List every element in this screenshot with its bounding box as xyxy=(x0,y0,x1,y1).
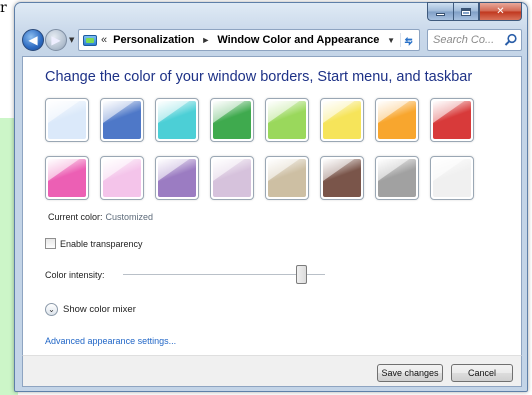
refresh-button[interactable] xyxy=(400,33,416,47)
close-button[interactable]: ✕ xyxy=(479,2,522,21)
intensity-slider-thumb[interactable] xyxy=(295,265,307,284)
back-button[interactable]: ◀ xyxy=(22,29,44,51)
intensity-label: Color intensity: xyxy=(45,270,105,280)
color-swatch[interactable] xyxy=(45,156,89,200)
caption-buttons: ✕ xyxy=(427,2,522,21)
color-mixer-label[interactable]: Show color mixer xyxy=(63,304,136,315)
forward-button[interactable]: ▶ xyxy=(45,29,67,51)
intensity-slider-track[interactable] xyxy=(123,274,325,276)
color-swatch[interactable] xyxy=(45,98,89,142)
color-swatch[interactable] xyxy=(375,98,419,142)
cancel-button[interactable]: Cancel xyxy=(451,364,513,382)
color-swatch[interactable] xyxy=(265,98,309,142)
color-swatch[interactable] xyxy=(430,98,474,142)
current-color-value: Customized xyxy=(105,212,154,222)
color-mixer-toggle[interactable]: ⌄ Show color mixer xyxy=(45,303,136,316)
content-pane: Change the color of your window borders,… xyxy=(22,56,522,355)
color-swatch[interactable] xyxy=(430,156,474,200)
minimize-icon xyxy=(436,13,445,16)
maximize-icon xyxy=(461,7,471,16)
recent-pages-dropdown[interactable]: ▼ xyxy=(69,36,74,44)
search-box[interactable]: Search Co... xyxy=(427,29,522,51)
transparency-label[interactable]: Enable transparency xyxy=(60,239,143,249)
transparency-option[interactable]: Enable transparency xyxy=(45,238,143,249)
breadcrumb-personalization[interactable]: Personalization xyxy=(113,34,194,46)
expand-chevron-icon[interactable]: ⌄ xyxy=(45,303,58,316)
refresh-icon xyxy=(404,36,413,46)
color-swatch[interactable] xyxy=(155,98,199,142)
page-title: Change the color of your window borders,… xyxy=(45,69,473,85)
transparency-checkbox[interactable] xyxy=(45,238,56,249)
color-swatch[interactable] xyxy=(320,98,364,142)
navigation-bar: ◀ ▶ ▼ « Personalization ► Window Color a… xyxy=(22,27,522,53)
close-icon: ✕ xyxy=(496,6,505,17)
current-color: Current color: Customized xyxy=(48,212,153,222)
address-dropdown-icon[interactable]: ▼ xyxy=(387,36,395,45)
minimize-button[interactable] xyxy=(427,2,453,21)
color-swatch[interactable] xyxy=(265,156,309,200)
search-icon[interactable] xyxy=(504,33,518,47)
color-swatch[interactable] xyxy=(210,98,254,142)
background-text-fragment: r xyxy=(0,0,7,16)
control-panel-icon xyxy=(83,34,97,46)
save-changes-button[interactable]: Save changes xyxy=(377,364,443,382)
color-swatch[interactable] xyxy=(375,156,419,200)
explorer-window: ✕ ◀ ▶ ▼ « Personalization ► Window Color… xyxy=(14,2,528,392)
dialog-footer: Save changes Cancel xyxy=(22,355,522,387)
address-bar[interactable]: « Personalization ► Window Color and App… xyxy=(78,29,420,51)
forward-arrow-icon: ▶ xyxy=(51,33,61,47)
breadcrumb-separator-icon[interactable]: ► xyxy=(201,35,210,45)
advanced-appearance-link[interactable]: Advanced appearance settings... xyxy=(45,336,176,346)
color-swatch[interactable] xyxy=(100,98,144,142)
search-placeholder[interactable]: Search Co... xyxy=(433,34,494,46)
color-swatch[interactable] xyxy=(320,156,364,200)
address-chevron[interactable]: « xyxy=(101,34,107,46)
color-swatch[interactable] xyxy=(210,156,254,200)
back-arrow-icon: ◀ xyxy=(28,33,38,47)
color-swatch[interactable] xyxy=(155,156,199,200)
breadcrumb-window-color[interactable]: Window Color and Appearance xyxy=(217,34,379,46)
maximize-button[interactable] xyxy=(453,2,479,21)
current-color-label: Current color: xyxy=(48,212,103,222)
color-swatch[interactable] xyxy=(100,156,144,200)
